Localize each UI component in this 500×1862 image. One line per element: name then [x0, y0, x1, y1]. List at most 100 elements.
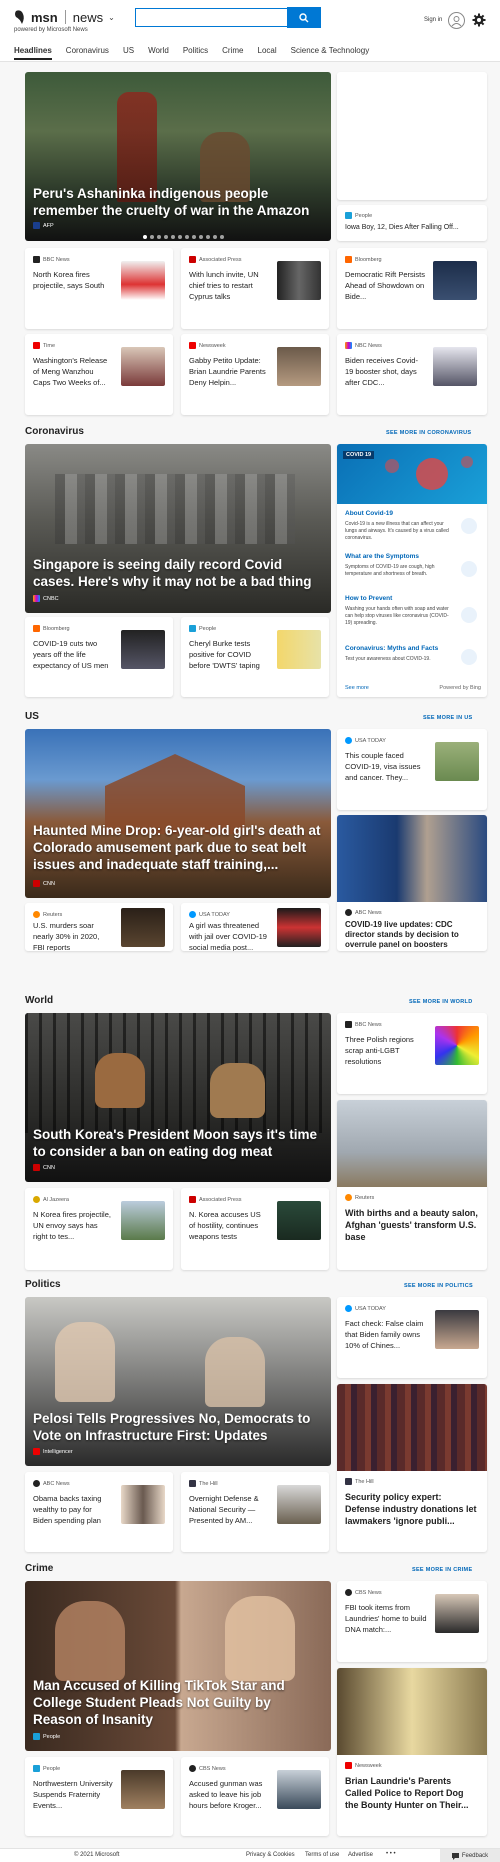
carousel-dot[interactable]: [164, 235, 168, 239]
article-title[interactable]: Cheryl Burke tests positive for COVID be…: [189, 638, 269, 671]
article-title[interactable]: Iowa Boy, 12, Dies After Falling Off...: [345, 224, 459, 231]
news-card[interactable]: USA TODAY This couple faced COVID-19, vi…: [337, 729, 487, 810]
covid-item-prevent[interactable]: How to Prevent Washing your hands often …: [341, 594, 483, 638]
gear-icon[interactable]: [472, 13, 486, 27]
nav-science-technology[interactable]: Science & Technology: [291, 46, 370, 60]
world-hero-card[interactable]: South Korea's President Moon says it's t…: [25, 1013, 331, 1182]
news-card[interactable]: The Hill Overnight Defense & National Se…: [181, 1472, 329, 1552]
article-title[interactable]: Security policy expert: Defense industry…: [345, 1491, 479, 1527]
nav-crime[interactable]: Crime: [222, 46, 243, 60]
footer-link-privacy[interactable]: Privacy & Cookies: [246, 1852, 295, 1858]
carousel-dot[interactable]: [199, 235, 203, 239]
feedback-button[interactable]: Feedback: [440, 1849, 500, 1862]
section-title-world[interactable]: World: [25, 995, 53, 1006]
article-title[interactable]: Biden receives Covid-19 booster shot, da…: [345, 355, 425, 388]
nav-local[interactable]: Local: [258, 46, 277, 60]
covid-item-heading[interactable]: About Covid-19: [345, 510, 393, 517]
article-title[interactable]: With lunch invite, UN chief tries to res…: [189, 269, 269, 302]
carousel-dot[interactable]: [192, 235, 196, 239]
section-title-politics[interactable]: Politics: [25, 1279, 61, 1290]
carousel-dot[interactable]: [206, 235, 210, 239]
search-button[interactable]: [287, 7, 321, 28]
news-card[interactable]: Al Jazeera N Korea fires projectile, UN …: [25, 1188, 173, 1270]
covid-item-heading[interactable]: What are the Symptoms: [345, 553, 419, 560]
article-title[interactable]: With births and a beauty salon, Afghan '…: [345, 1207, 479, 1243]
us-hero-card[interactable]: Haunted Mine Drop: 6-year-old girl's dea…: [25, 729, 331, 898]
article-title[interactable]: Three Polish regions scrap anti-LGBT res…: [345, 1034, 429, 1067]
news-card[interactable]: ABC News Obama backs taxing wealthy to p…: [25, 1472, 173, 1552]
carousel-dot[interactable]: [143, 235, 147, 239]
nav-headlines[interactable]: Headlines: [14, 46, 52, 60]
article-title[interactable]: U.S. murders soar nearly 30% in 2020, FB…: [33, 920, 113, 951]
article-card-large[interactable]: The Hill Security policy expert: Defense…: [337, 1384, 487, 1552]
article-title[interactable]: Democratic Rift Persists Ahead of Showdo…: [345, 269, 425, 302]
article-title[interactable]: Northwestern University Suspends Fratern…: [33, 1778, 113, 1811]
section-name[interactable]: news: [73, 10, 103, 25]
news-card[interactable]: Reuters U.S. murders soar nearly 30% in …: [25, 903, 173, 951]
msn-logo[interactable]: msn news ⌄: [14, 9, 115, 25]
crime-hero-card[interactable]: Man Accused of Killing TikTok Star and C…: [25, 1581, 331, 1751]
news-card[interactable]: People Cheryl Burke tests positive for C…: [181, 617, 329, 697]
article-title[interactable]: Overnight Defense & National Security — …: [189, 1493, 269, 1526]
article-title[interactable]: COVID-19 live updates: CDC director stan…: [345, 920, 479, 950]
carousel-dot[interactable]: [157, 235, 161, 239]
news-card[interactable]: USA TODAY Fact check: False claim that B…: [337, 1297, 487, 1378]
section-title-coronavirus[interactable]: Coronavirus: [25, 426, 84, 437]
article-title[interactable]: Fact check: False claim that Biden famil…: [345, 1318, 429, 1351]
footer-link-terms[interactable]: Terms of use: [305, 1852, 339, 1858]
covid-see-more[interactable]: See more: [345, 685, 369, 691]
avatar[interactable]: [448, 12, 465, 29]
article-title[interactable]: Accused gunman was asked to leave his jo…: [189, 1778, 269, 1811]
see-more-coronavirus[interactable]: SEE MORE IN CORONAVIRUS: [386, 430, 471, 436]
nav-world[interactable]: World: [148, 46, 169, 60]
covid-item-heading[interactable]: How to Prevent: [345, 595, 392, 602]
carousel-dot[interactable]: [220, 235, 224, 239]
hero-title[interactable]: Haunted Mine Drop: 6-year-old girl's dea…: [33, 822, 323, 873]
article-title[interactable]: Obama backs taxing wealthy to pay for Bi…: [33, 1493, 113, 1526]
chevron-down-icon[interactable]: ⌄: [108, 13, 115, 22]
article-title[interactable]: North Korea fires projectile, says South: [33, 269, 113, 291]
hero-title[interactable]: Pelosi Tells Progressives No, Democrats …: [33, 1410, 323, 1444]
footer-link-advertise[interactable]: Advertise: [348, 1852, 373, 1858]
news-card[interactable]: NBC News Biden receives Covid-19 booster…: [337, 334, 487, 415]
covid-item-symptoms[interactable]: What are the Symptoms Symptoms of COVID-…: [341, 550, 483, 588]
hero-title[interactable]: Peru's Ashaninka indigenous people remem…: [33, 185, 323, 219]
nav-politics[interactable]: Politics: [183, 46, 208, 60]
nav-coronavirus[interactable]: Coronavirus: [66, 46, 109, 60]
article-card-large[interactable]: ABC News COVID-19 live updates: CDC dire…: [337, 815, 487, 951]
covid-item-myths[interactable]: Coronavirus: Myths and Facts Test your a…: [341, 641, 483, 673]
article-title[interactable]: N Korea fires projectile, UN envoy says …: [33, 1209, 113, 1242]
news-card[interactable]: BBC News North Korea fires projectile, s…: [25, 248, 173, 329]
article-title[interactable]: A girl was threatened with jail over COV…: [189, 920, 269, 951]
carousel-dot[interactable]: [150, 235, 154, 239]
news-card[interactable]: CBS News FBI took items from Laundries' …: [337, 1581, 487, 1662]
sign-in-link[interactable]: Sign in: [424, 17, 442, 23]
more-options-icon[interactable]: • • •: [386, 1851, 396, 1857]
news-card[interactable]: USA TODAY A girl was threatened with jai…: [181, 903, 329, 951]
carousel-dot[interactable]: [185, 235, 189, 239]
hero-title[interactable]: Singapore is seeing daily record Covid c…: [33, 556, 323, 590]
news-card[interactable]: Time Washington's Release of Meng Wanzho…: [25, 334, 173, 415]
article-title[interactable]: COVID-19 cuts two years off the life exp…: [33, 638, 113, 671]
see-more-us[interactable]: SEE MORE IN US: [423, 715, 472, 721]
politics-hero-card[interactable]: Pelosi Tells Progressives No, Democrats …: [25, 1297, 331, 1466]
carousel-dot[interactable]: [213, 235, 217, 239]
carousel-dot[interactable]: [171, 235, 175, 239]
nav-us[interactable]: US: [123, 46, 134, 60]
news-card[interactable]: Bloomberg COVID-19 cuts two years off th…: [25, 617, 173, 697]
article-title[interactable]: FBI took items from Laundries' home to b…: [345, 1602, 429, 1635]
news-card[interactable]: People Northwestern University Suspends …: [25, 1757, 173, 1836]
article-title[interactable]: This couple faced COVID-19, visa issues …: [345, 750, 429, 783]
article-title[interactable]: Brian Laundrie's Parents Called Police t…: [345, 1775, 479, 1811]
carousel-dots[interactable]: [143, 235, 224, 239]
article-title[interactable]: N. Korea accuses US of hostility, contin…: [189, 1209, 269, 1242]
news-card[interactable]: Associated Press N. Korea accuses US of …: [181, 1188, 329, 1270]
news-card[interactable]: CBS News Accused gunman was asked to lea…: [181, 1757, 329, 1836]
section-title-crime[interactable]: Crime: [25, 1563, 53, 1574]
covid-item-about[interactable]: About Covid-19 Covid-19 is a new illness…: [341, 504, 483, 546]
top-side-card[interactable]: People Iowa Boy, 12, Dies After Falling …: [337, 205, 487, 241]
article-card-large[interactable]: Newsweek Brian Laundrie's Parents Called…: [337, 1668, 487, 1836]
see-more-world[interactable]: SEE MORE IN WORLD: [409, 999, 472, 1005]
hero-title[interactable]: Man Accused of Killing TikTok Star and C…: [33, 1677, 323, 1728]
news-card[interactable]: BBC News Three Polish regions scrap anti…: [337, 1013, 487, 1094]
